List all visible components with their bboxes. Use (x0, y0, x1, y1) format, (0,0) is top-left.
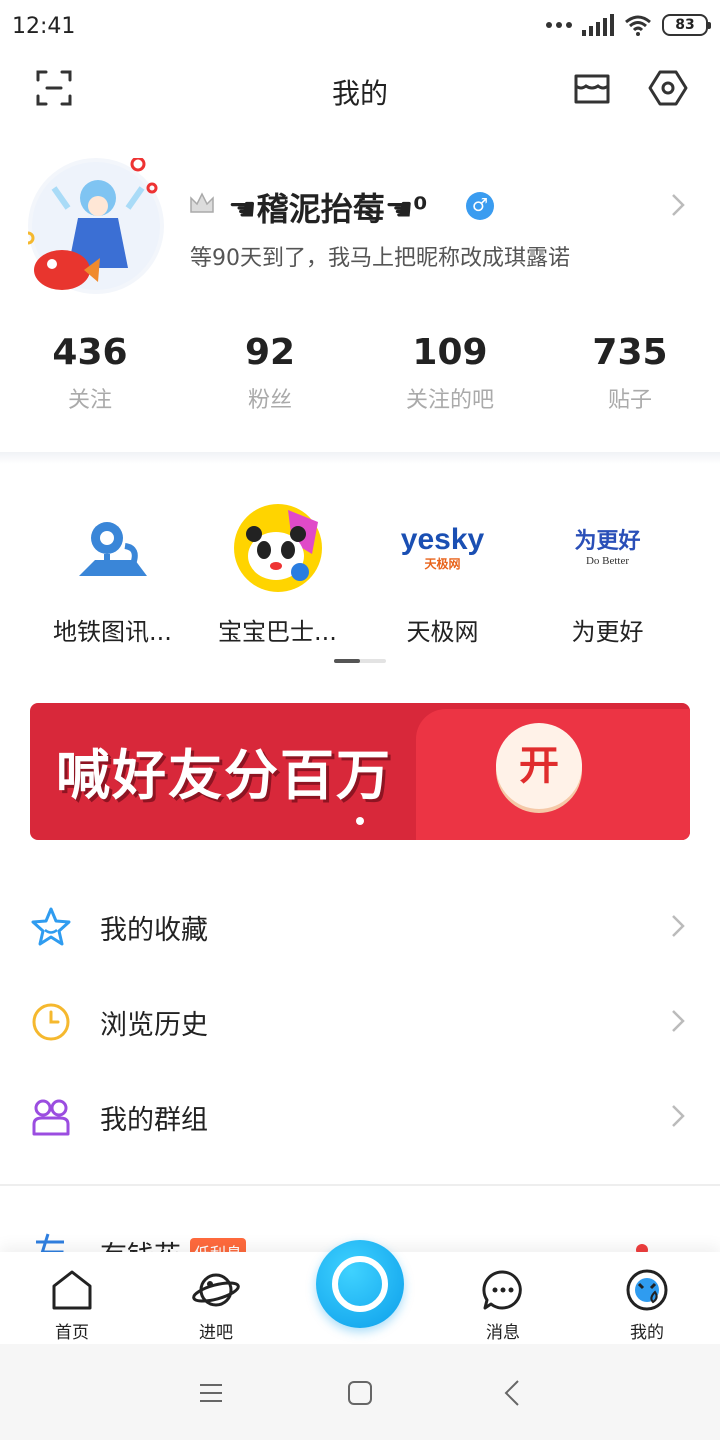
app-weigenghao[interactable]: 为更好 Do Better 为更好 (525, 500, 690, 647)
tab-label: 进吧 (199, 1323, 233, 1343)
app-label: 宝宝巴士... (218, 618, 337, 646)
promo-banner[interactable]: 喊好友分百万 开 (30, 703, 690, 840)
yesky-logo-main: yesky (400, 522, 485, 556)
tab-messages[interactable]: 消息 (448, 1252, 558, 1344)
group-icon (32, 1099, 70, 1136)
username[interactable]: ☚稽泥抬莓☚⁰ (228, 184, 427, 230)
status-time: 12:41 (12, 14, 76, 39)
section-separator (0, 452, 720, 464)
male-gender-icon: ♂ (466, 192, 494, 220)
status-icons: 83 (546, 14, 711, 36)
home-button-icon[interactable] (345, 1378, 375, 1408)
tab-label: 首页 (55, 1323, 89, 1343)
profile-icon (626, 1269, 668, 1311)
chevron-right-icon (672, 1010, 685, 1032)
stat-label: 贴子 (607, 388, 652, 413)
stat-label: 关注的吧 (405, 388, 494, 413)
menu-label: 我的群组 (100, 1105, 208, 1136)
stat-following[interactable]: 436 关注 (0, 330, 180, 414)
chevron-right-icon (672, 915, 685, 937)
avatar-image (21, 156, 160, 290)
status-bar: 12:41 83 (0, 0, 720, 56)
system-nav-bar (0, 1344, 720, 1440)
clock-icon (32, 1003, 70, 1041)
camera-button-icon[interactable] (316, 1240, 404, 1328)
more-dots-icon (546, 22, 572, 28)
weigenghao-logo-sub: Do Better (585, 555, 630, 567)
app-yesky[interactable]: yesky 天极网 天极网 (360, 500, 525, 647)
store-icon[interactable] (570, 66, 614, 110)
home-icon (52, 1270, 92, 1310)
battery-icon: 83 (662, 14, 711, 36)
wifi-icon (625, 15, 651, 36)
stat-fans[interactable]: 92 粉丝 (180, 330, 360, 414)
stat-value: 109 (412, 332, 488, 373)
planet-icon (192, 1273, 240, 1307)
baby-bus-icon (230, 500, 326, 596)
message-icon (482, 1270, 522, 1310)
profile-bio: 等90天到了，我马上把昵称改成琪露诺 (190, 246, 570, 271)
yesky-logo: yesky 天极网 (395, 500, 491, 596)
stat-value: 436 (52, 332, 128, 373)
menu-item-favorites[interactable]: 我的收藏 (0, 880, 720, 975)
menu-icon[interactable] (196, 1378, 226, 1408)
app-baby-bus[interactable]: 宝宝巴士... (195, 500, 360, 647)
tab-profile[interactable]: 我的 (592, 1252, 702, 1344)
apps-scroll-indicator (334, 659, 386, 663)
chevron-right-icon[interactable] (668, 190, 688, 220)
title-bar: 我的 (0, 56, 720, 122)
tab-label: 我的 (630, 1323, 664, 1343)
tab-home[interactable]: 首页 (17, 1252, 127, 1344)
metro-map-icon (65, 500, 161, 596)
crown-icon (190, 192, 214, 213)
stat-followed-bars[interactable]: 109 关注的吧 (360, 330, 540, 414)
menu-divider (0, 1184, 720, 1186)
weigenghao-logo: 为更好 Do Better (560, 500, 656, 596)
stat-label: 关注 (67, 388, 112, 413)
stat-value: 735 (592, 332, 668, 373)
banner-text: 喊好友分百万 (56, 744, 392, 807)
app-label: 天极网 (406, 618, 479, 646)
menu-label: 浏览历史 (100, 1010, 208, 1041)
stat-label: 粉丝 (247, 388, 292, 413)
menu-item-groups[interactable]: 我的群组 (0, 1070, 720, 1165)
menu-label: 我的收藏 (100, 915, 208, 946)
chevron-right-icon (672, 1105, 685, 1127)
stat-posts[interactable]: 735 贴子 (540, 330, 720, 414)
app-label: 地铁图讯... (53, 618, 172, 646)
avatar[interactable] (21, 156, 164, 294)
tab-bars[interactable]: 进吧 (161, 1252, 271, 1344)
tab-label: 消息 (486, 1323, 520, 1343)
weigenghao-logo-main: 为更好 (574, 529, 641, 554)
yesky-logo-sub: 天极网 (424, 556, 461, 571)
menu-item-history[interactable]: 浏览历史 (0, 975, 720, 1070)
signal-icon (582, 14, 614, 36)
app-label: 为更好 (571, 618, 644, 646)
mini-apps-row: 地铁图讯... 宝宝巴士... yesky 天极网 天极网 为更好 Do Bet… (30, 500, 690, 647)
settings-icon[interactable] (646, 66, 690, 110)
star-icon (31, 907, 71, 946)
stat-value: 92 (244, 332, 296, 373)
banner-open-button[interactable]: 开 (496, 723, 582, 809)
banner-page-dot (356, 817, 364, 825)
back-icon[interactable] (498, 1378, 528, 1408)
profile-stats: 436 关注 92 粉丝 109 关注的吧 735 贴子 (0, 330, 720, 414)
app-metro[interactable]: 地铁图讯... (30, 500, 195, 647)
